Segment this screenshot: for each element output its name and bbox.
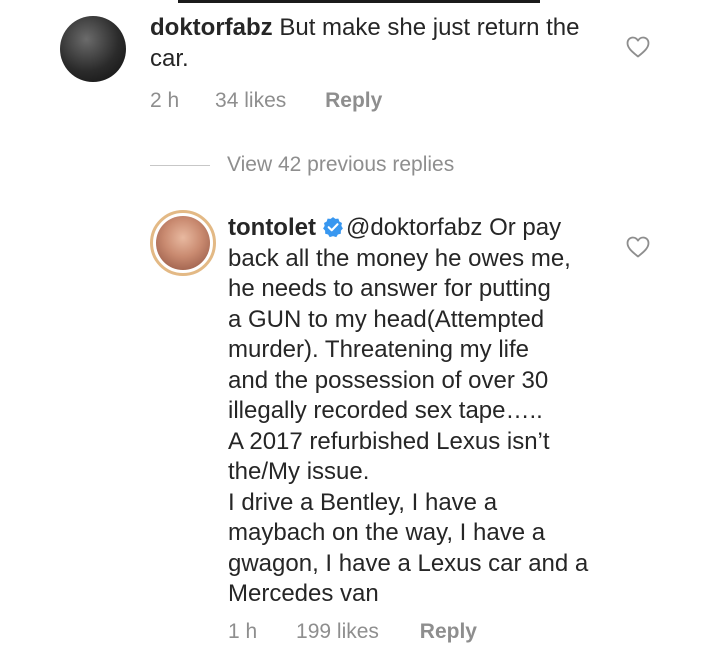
heart-outline-icon[interactable] xyxy=(626,36,650,58)
comment-time: 1 h xyxy=(228,620,258,643)
comment-line: I drive a Bentley, I have a xyxy=(228,488,498,516)
comment-likes[interactable]: 34 likes xyxy=(215,89,286,113)
comment-line: the/My issue. xyxy=(228,458,370,485)
avatar-tontolet[interactable] xyxy=(150,210,216,276)
comment-meta-doktorfabz: 2 h 34 likes Reply xyxy=(150,89,382,113)
comment-line: maybach on the way, I have a xyxy=(228,519,546,546)
comment-line-1: tontolet @doktorfabz Or pay xyxy=(228,213,618,244)
reply-button[interactable]: Reply xyxy=(420,620,477,644)
comment-text-segment: But make she just return the xyxy=(279,14,580,41)
username-doktorfabz[interactable]: doktorfabz xyxy=(150,14,273,41)
comment-meta-tontolet: 1 h 199 likes Reply xyxy=(228,620,477,644)
comment-line-1: doktorfabz But make she just return the xyxy=(150,13,610,44)
heart-outline-icon[interactable] xyxy=(626,236,650,258)
comment-line: A 2017 refurbished Lexus isn’t xyxy=(228,427,550,455)
comment-line: illegally recorded sex tape….. xyxy=(228,397,543,424)
avatar-doktorfabz[interactable] xyxy=(60,16,126,82)
verified-badge-icon xyxy=(323,217,343,238)
comment-line: Mercedes van xyxy=(228,580,379,607)
comment-doktorfabz: doktorfabz But make she just return the … xyxy=(150,13,610,74)
reply-button[interactable]: Reply xyxy=(325,89,382,113)
replies-divider xyxy=(150,164,210,166)
mention-link[interactable]: @doktorfabz xyxy=(346,214,482,241)
username-tontolet[interactable]: tontolet xyxy=(228,214,316,241)
comment-line: murder). Threatening my life xyxy=(228,336,530,363)
view-previous-replies[interactable]: View 42 previous replies xyxy=(150,150,454,180)
comment-line: back all the money he owes me, xyxy=(228,244,571,272)
comment-line: and the possession of over 30 xyxy=(228,366,549,394)
comment-time: 2 h xyxy=(150,89,180,112)
top-divider-bar xyxy=(178,0,540,3)
view-replies-label[interactable]: View 42 previous replies xyxy=(227,153,454,177)
comment-line-2: car. xyxy=(150,44,189,72)
comment-line: gwagon, I have a Lexus car and a xyxy=(228,549,589,577)
comment-likes[interactable]: 199 likes xyxy=(296,620,379,644)
comment-line: he needs to answer for putting xyxy=(228,275,551,302)
avatar-photo xyxy=(156,216,210,270)
comment-line: a GUN to my head(Attempted xyxy=(228,305,545,333)
comment-text-segment: Or pay xyxy=(489,214,562,241)
comment-tontolet: tontolet @doktorfabz Or pay back all the … xyxy=(228,213,618,610)
